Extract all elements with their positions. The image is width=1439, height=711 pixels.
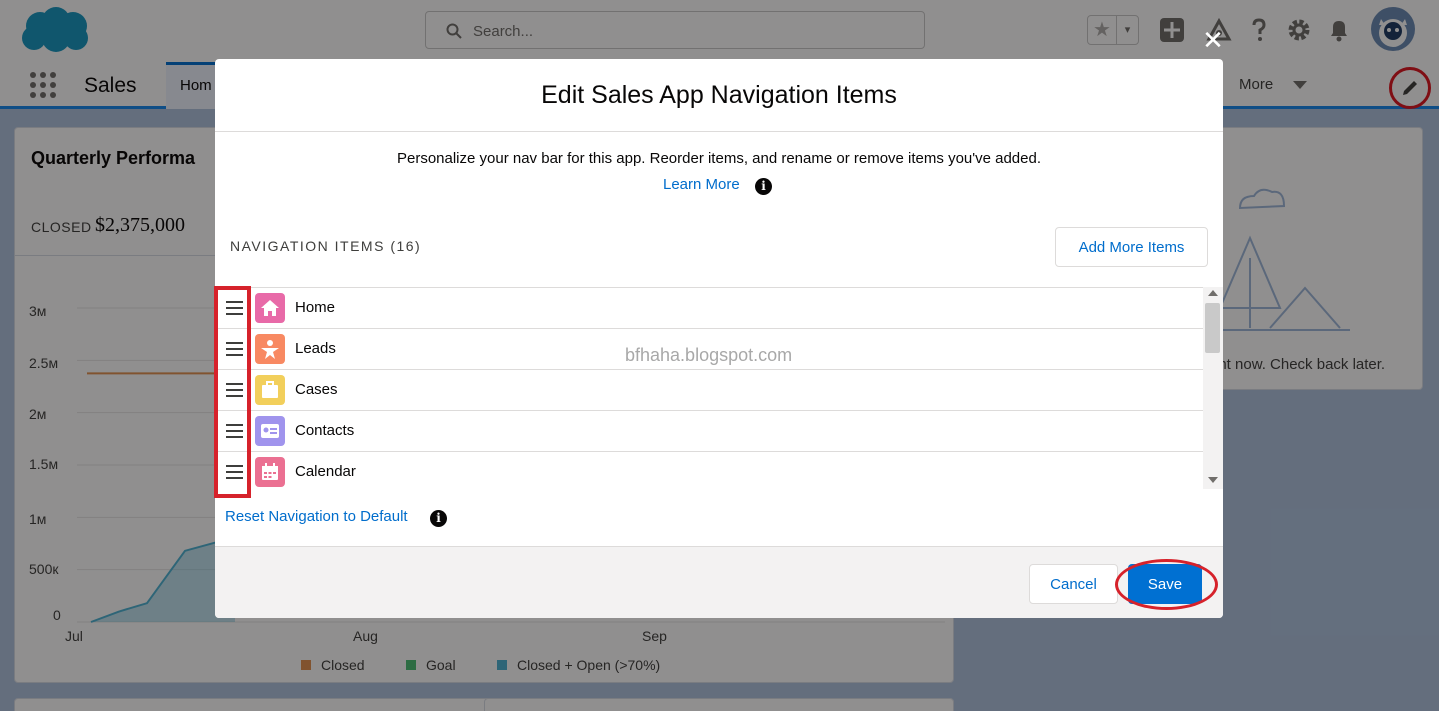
contact-icon	[255, 416, 285, 446]
nav-item-row[interactable]: Home	[215, 288, 1203, 329]
nav-item-label: Contacts	[295, 422, 355, 439]
info-icon[interactable]: i	[755, 178, 772, 195]
list-scrollbar[interactable]	[1203, 287, 1223, 489]
calendar-icon	[255, 457, 285, 487]
watermark-text: bfhaha.blogspot.com	[625, 345, 793, 365]
drag-handle-icon[interactable]	[226, 342, 243, 356]
cancel-button[interactable]: Cancel	[1029, 564, 1118, 604]
modal-close-button[interactable]: ✕	[1200, 27, 1226, 54]
modal-intro: Personalize your nav bar for this app. R…	[396, 150, 1042, 167]
drag-handle-icon[interactable]	[226, 424, 243, 438]
add-more-items-button[interactable]: Add More Items	[1055, 227, 1208, 267]
drag-handle-icon[interactable]	[226, 383, 243, 397]
nav-item-row[interactable]: Calendar	[215, 452, 1203, 489]
edit-nav-modal: Edit Sales App Navigation Items Personal…	[215, 59, 1223, 618]
nav-item-label: Calendar	[295, 463, 356, 480]
drag-handle-icon[interactable]	[226, 465, 243, 479]
nav-items-list-container: Home Leads Cases Contacts Calendar	[215, 287, 1223, 489]
info-icon[interactable]: i	[430, 510, 447, 527]
home-icon	[255, 293, 285, 323]
scroll-up-icon[interactable]	[1208, 290, 1218, 296]
nav-item-label: Cases	[295, 381, 338, 398]
modal-header: Edit Sales App Navigation Items	[215, 59, 1223, 132]
nav-item-label: Home	[295, 299, 336, 316]
nav-item-row[interactable]: Contacts	[215, 411, 1203, 452]
nav-item-label: Leads	[295, 340, 336, 357]
nav-items-list[interactable]: Home Leads Cases Contacts Calendar	[215, 287, 1203, 489]
modal-footer: Cancel Save	[215, 546, 1223, 618]
lead-icon	[255, 334, 285, 364]
modal-title: Edit Sales App Navigation Items	[541, 81, 897, 109]
nav-items-heading: NAVIGATION ITEMS (16)	[230, 238, 422, 254]
case-icon	[255, 375, 285, 405]
reset-navigation-link[interactable]: Reset Navigation to Default	[225, 508, 408, 525]
nav-item-row[interactable]: Cases	[215, 370, 1203, 411]
scroll-down-icon[interactable]	[1208, 477, 1218, 483]
save-button[interactable]: Save	[1128, 564, 1202, 604]
drag-handle-icon[interactable]	[226, 301, 243, 315]
scroll-thumb[interactable]	[1205, 303, 1220, 353]
learn-more-link[interactable]: Learn More	[663, 176, 740, 193]
